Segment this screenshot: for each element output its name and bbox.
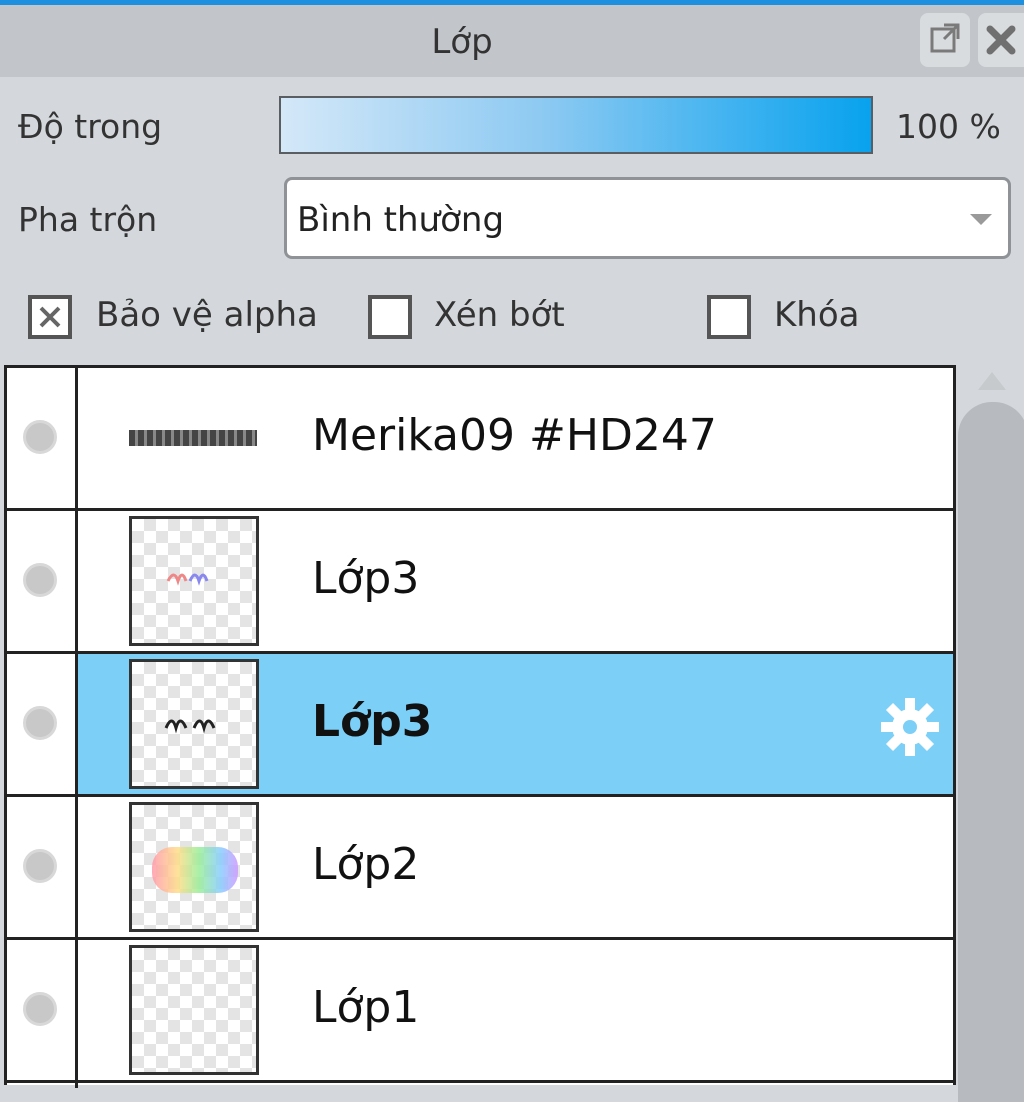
visibility-toggle[interactable] — [23, 849, 57, 883]
protect-alpha-checkbox[interactable] — [28, 295, 72, 339]
visibility-toggle[interactable] — [23, 706, 57, 740]
layer-list-scrollbar[interactable] — [958, 402, 1024, 1102]
layer-thumbnail — [129, 659, 259, 789]
layer-row[interactable]: Lớp1 — [7, 940, 953, 1083]
layer-name: Lớp3 — [312, 696, 433, 747]
close-button[interactable] — [978, 13, 1024, 67]
layer-thumbnail — [129, 802, 259, 932]
lock-label: Khóa — [774, 295, 860, 335]
blend-mode-value: Bình thường — [297, 200, 505, 240]
layer-row[interactable]: Lớp3 — [7, 511, 953, 654]
layer-name: Lớp3 — [312, 553, 420, 604]
visibility-toggle[interactable] — [23, 992, 57, 1026]
panel-titlebar[interactable]: Lớp — [0, 5, 1024, 77]
lock-checkbox[interactable] — [707, 295, 751, 339]
opacity-slider[interactable] — [279, 96, 873, 154]
layer-name: Lớp2 — [312, 839, 420, 890]
protect-alpha-label: Bảo vệ alpha — [96, 295, 318, 335]
popout-icon — [930, 23, 960, 53]
layer-row[interactable]: Lớp2 — [7, 797, 953, 940]
clipping-checkbox[interactable] — [368, 295, 412, 339]
visibility-toggle[interactable] — [23, 420, 57, 454]
blend-mode-select[interactable]: Bình thường — [284, 177, 1011, 259]
layer-thumbnail — [129, 516, 259, 646]
layer-row-selected[interactable]: Lớp3 — [7, 654, 953, 797]
layer-list: Merika09 #HD247 Lớp3 Lớp3 Lớp2 Lớp1 — [4, 365, 956, 1088]
visibility-toggle[interactable] — [23, 563, 57, 597]
layer-name: Lớp1 — [312, 982, 420, 1033]
layer-row[interactable]: Merika09 #HD247 — [7, 368, 953, 511]
opacity-value: 100 % — [896, 107, 1001, 146]
close-icon — [986, 25, 1016, 55]
blend-mode-label: Pha trộn — [18, 200, 158, 239]
panel-title: Lớp — [431, 22, 493, 62]
layer-name: Merika09 #HD247 — [312, 410, 717, 461]
opacity-label: Độ trong — [18, 107, 163, 146]
popout-button[interactable] — [920, 13, 970, 67]
layer-thumbnail — [129, 430, 257, 446]
scroll-up-arrow-icon[interactable] — [978, 372, 1006, 390]
gear-icon[interactable] — [877, 694, 943, 760]
chevron-down-icon — [970, 214, 992, 225]
check-x-icon — [39, 306, 61, 328]
layer-thumbnail — [129, 945, 259, 1075]
clipping-label: Xén bớt — [434, 295, 565, 335]
